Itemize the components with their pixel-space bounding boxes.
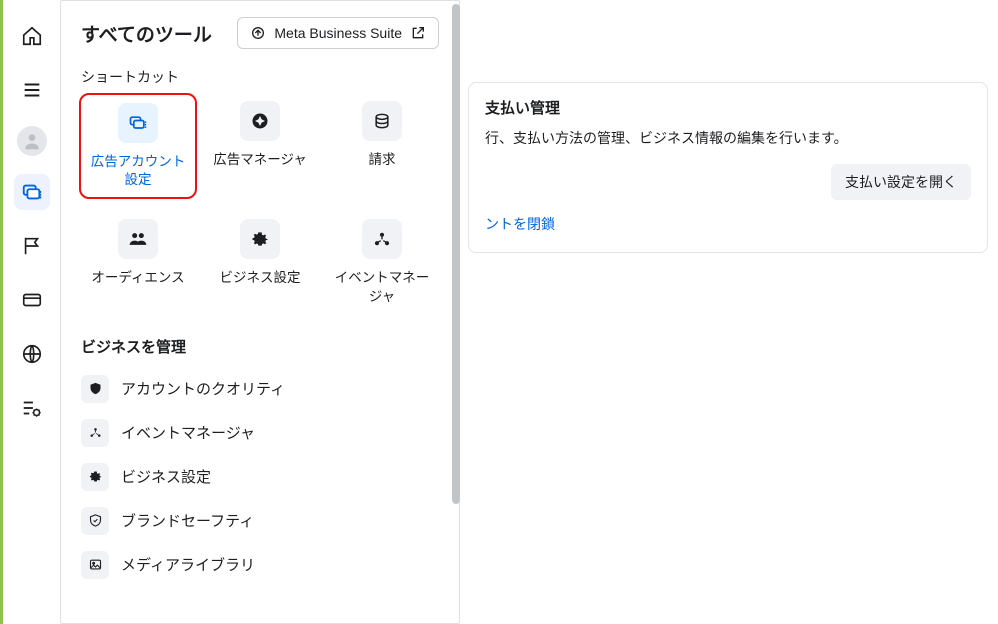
manage-item-events-manager[interactable]: イベントマネージャ	[81, 411, 439, 455]
gear-icon	[81, 463, 109, 491]
close-account-link[interactable]: ントを閉鎖	[485, 216, 555, 232]
manage-label: ビジネス設定	[121, 466, 211, 487]
menu-icon[interactable]	[14, 72, 50, 108]
flyout-title: すべてのツール	[81, 20, 212, 47]
shortcut-ads-manager[interactable]: 広告マネージャ	[203, 101, 317, 191]
media-icon	[81, 551, 109, 579]
gear-icon	[240, 219, 280, 259]
sidebar-rail	[3, 0, 60, 624]
shortcut-label: 請求	[369, 151, 396, 169]
open-payment-settings-button[interactable]: 支払い設定を開く	[831, 164, 971, 200]
payment-management-card: 支払い管理 行、支払い方法の管理、ビジネス情報の編集を行います。 支払い設定を開…	[468, 82, 988, 253]
shortcut-audiences[interactable]: オーディエンス	[81, 219, 195, 305]
shortcut-label: イベントマネージャ	[332, 269, 432, 305]
shortcut-events-manager[interactable]: イベントマネージャ	[325, 219, 439, 305]
audience-icon	[118, 219, 158, 259]
badge-icon	[81, 507, 109, 535]
shortcut-billing[interactable]: 請求	[325, 101, 439, 191]
card-icon[interactable]	[14, 282, 50, 318]
coins-icon	[362, 101, 402, 141]
shortcut-label: ビジネス設定	[220, 269, 301, 287]
shortcut-label: オーディエンス	[91, 269, 184, 287]
shortcut-ad-account-settings[interactable]: 広告アカウント設定	[79, 93, 197, 199]
scrollbar[interactable]	[452, 4, 460, 504]
manage-business-list: アカウントのクオリティ イベントマネージャ ビジネス設定 ブランドセーフティ メ…	[81, 367, 439, 587]
avatar[interactable]	[17, 126, 47, 156]
events-icon	[81, 419, 109, 447]
manage-item-media-library[interactable]: メディアライブラリ	[81, 543, 439, 587]
manage-item-brand-safety[interactable]: ブランドセーフティ	[81, 499, 439, 543]
shield-icon	[81, 375, 109, 403]
shortcut-label: 広告アカウント設定	[88, 153, 188, 189]
settings-list-icon[interactable]	[14, 390, 50, 426]
manage-label: メディアライブラリ	[121, 554, 255, 575]
shortcut-business-settings[interactable]: ビジネス設定	[203, 219, 317, 305]
shortcuts-section-label: ショートカット	[81, 67, 439, 87]
compass-icon	[240, 101, 280, 141]
manage-label: ブランドセーフティ	[121, 510, 254, 531]
globe-icon[interactable]	[14, 336, 50, 372]
shortcut-grid: 広告アカウント設定 広告マネージャ 請求 オーディエンス	[81, 101, 439, 306]
home-icon[interactable]	[14, 18, 50, 54]
ad-settings-icon	[118, 103, 158, 143]
manage-item-account-quality[interactable]: アカウントのクオリティ	[81, 367, 439, 411]
ad-settings-icon[interactable]	[14, 174, 50, 210]
manage-label: イベントマネージャ	[121, 422, 255, 443]
card-title: 支払い管理	[485, 97, 971, 118]
card-description: 行、支払い方法の管理、ビジネス情報の編集を行います。	[485, 128, 971, 148]
mbs-label: Meta Business Suite	[274, 25, 402, 41]
all-tools-flyout: すべてのツール Meta Business Suite ショートカット 広告アカ…	[60, 0, 460, 624]
flag-icon[interactable]	[14, 228, 50, 264]
meta-icon	[250, 25, 266, 41]
manage-label: アカウントのクオリティ	[121, 378, 285, 399]
meta-business-suite-button[interactable]: Meta Business Suite	[237, 17, 439, 49]
manage-item-business-settings[interactable]: ビジネス設定	[81, 455, 439, 499]
manage-business-heading: ビジネスを管理	[81, 336, 439, 357]
events-icon	[362, 219, 402, 259]
shortcut-label: 広告マネージャ	[213, 151, 307, 169]
external-link-icon	[410, 25, 426, 41]
